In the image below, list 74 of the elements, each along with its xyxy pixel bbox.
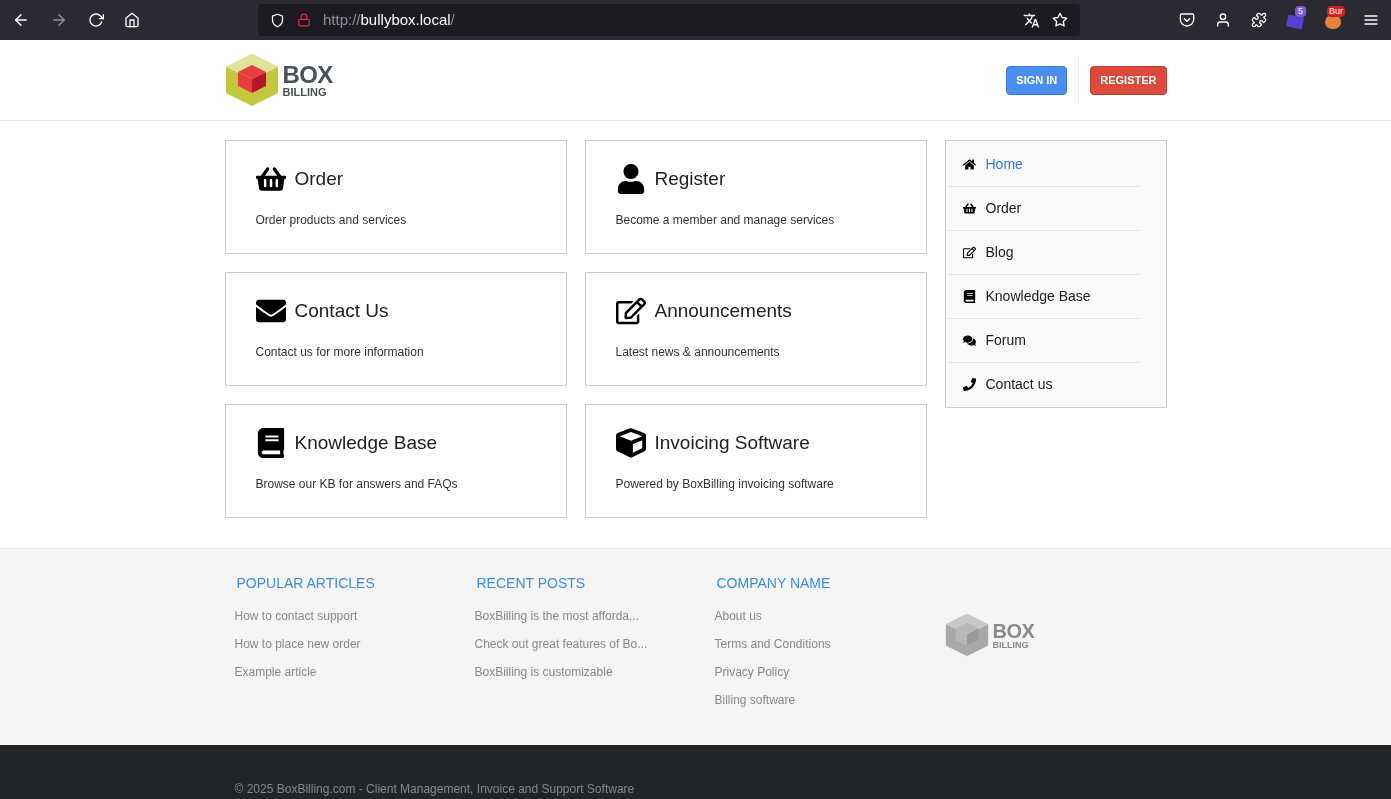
copyright-text: © 2025 BoxBilling.com - Client Management, Invoice and Support Software (234, 782, 635, 796)
header-button[interactable]: SIGN IN (1006, 65, 1068, 95)
feature-card[interactable]: Contact Us Contact us for more information (224, 272, 567, 386)
feature-card[interactable]: Invoicing Software Powered by BoxBilling invoicing software (584, 404, 927, 518)
sidebar-item[interactable]: Order (946, 186, 1139, 230)
extension-icon[interactable] (1285, 14, 1305, 30)
phone-icon (962, 378, 976, 391)
logo-subtext: BILLING (282, 86, 328, 98)
book-icon (962, 290, 976, 303)
address-bar[interactable]: http://bullybox.local/ (258, 4, 1080, 36)
star-icon[interactable] (1052, 12, 1068, 28)
sidebar-item[interactable]: Knowledge Base (946, 274, 1139, 318)
footer-link[interactable]: Terms and Conditions (714, 635, 945, 653)
footer-link[interactable]: How to contact support (234, 607, 465, 625)
footer-link[interactable]: Privacy Policy (714, 663, 945, 681)
footer-link[interactable]: Check out great features of Bo... (474, 635, 705, 653)
cube-logo-icon (224, 53, 279, 107)
footer-link[interactable]: BoxBilling is customizable (474, 663, 705, 681)
card-title: Register (654, 166, 726, 191)
pocket-icon[interactable] (1179, 12, 1195, 28)
card-title: Invoicing Software (654, 430, 810, 455)
book-icon (255, 428, 286, 458)
account-icon[interactable] (1215, 12, 1231, 28)
feature-card[interactable]: Order Order products and services (224, 140, 567, 254)
menu-icon[interactable] (1363, 12, 1379, 28)
lock-icon (297, 13, 311, 27)
feature-card[interactable]: Register Become a member and manage services (584, 140, 927, 254)
card-text: Order products and services (255, 212, 408, 229)
card-text: Latest news & announcements (615, 344, 781, 361)
footer-heading: RECENT POSTS (475, 574, 587, 593)
url-text: http://bullybox.local/ (323, 9, 455, 30)
footer-link[interactable]: How to place new order (234, 635, 465, 653)
sidebar-item[interactable]: Blog (946, 230, 1139, 274)
footer-heading: POPULAR ARTICLES (235, 574, 376, 593)
footer-heading: COMPANY NAME (715, 574, 832, 593)
cube-icon (615, 428, 646, 458)
card-text: Become a member and manage services (615, 212, 836, 229)
card-text: Contact us for more information (255, 344, 425, 361)
card-text: Browse our KB for answers and FAQs (255, 476, 459, 493)
extension-badge: 5 (1295, 6, 1306, 17)
footer-link[interactable]: Billing software (714, 691, 945, 709)
translate-icon[interactable] (1023, 11, 1040, 29)
forward-icon[interactable] (50, 11, 68, 29)
back-icon[interactable] (12, 11, 30, 29)
card-title: Knowledge Base (294, 430, 438, 455)
footer-link[interactable]: BoxBilling is the most afforda... (474, 607, 705, 625)
footer-link[interactable]: About us (714, 607, 945, 625)
basket-icon (962, 202, 976, 215)
cube-logo-icon (944, 613, 989, 657)
shield-icon (270, 12, 285, 28)
logo-text: BOX (992, 620, 1035, 641)
card-text: Powered by BoxBilling invoicing software (615, 476, 835, 493)
sidebar-item[interactable]: Home (946, 142, 1139, 186)
feature-card[interactable]: Announcements Latest news & announcements (584, 272, 927, 386)
feature-card[interactable]: Knowledge Base Browse our KB for answers and FAQs (224, 404, 567, 518)
home-icon[interactable] (124, 12, 140, 28)
edit-icon (615, 296, 646, 326)
logo-subtext: BILLING (992, 640, 1030, 650)
basket-icon (255, 164, 286, 194)
card-title: Contact Us (294, 298, 389, 323)
puzzle-icon[interactable] (1251, 12, 1267, 28)
card-title: Order (294, 166, 344, 191)
chat-bubbles-icon (962, 334, 976, 347)
footer-link[interactable]: Example article (234, 663, 465, 681)
person-icon (615, 164, 646, 194)
sidebar-item[interactable]: Contact us (946, 362, 1139, 406)
logo-text: BOX (282, 62, 333, 87)
sidebar-item[interactable]: Forum (946, 318, 1139, 362)
home-icon (962, 157, 976, 171)
reload-icon[interactable] (88, 12, 104, 28)
edit-icon (962, 246, 976, 259)
card-title: Announcements (654, 298, 792, 323)
extension-badge: Bur (1327, 6, 1345, 17)
header-button[interactable]: REGISTER (1090, 65, 1167, 95)
